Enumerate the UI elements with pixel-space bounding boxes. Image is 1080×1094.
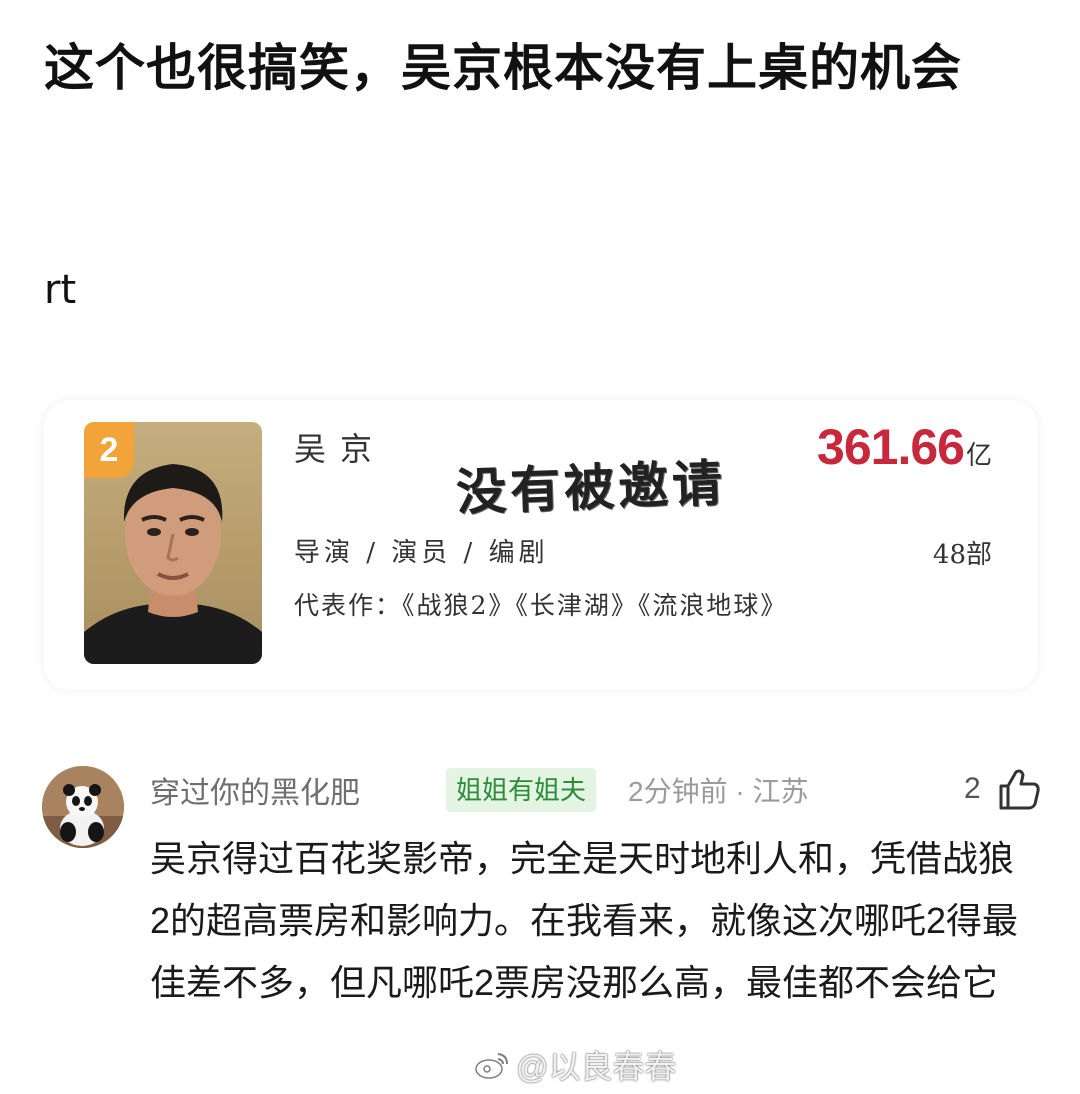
panda-avatar-icon: [42, 766, 124, 848]
post-title: 这个也很搞笑，吴京根本没有上桌的机会: [44, 39, 962, 97]
rank-badge: 2: [84, 422, 134, 478]
post-body: rt: [44, 267, 77, 313]
overlay-caption: 没有被邀请: [455, 453, 728, 522]
comment-text: 吴京得过百花奖影帝，完全是天时地利人和，凭借战狼2的超高票房和影响力。在我看来，…: [150, 838, 1019, 1003]
box-office-value: 361.66: [817, 419, 965, 475]
user-avatar[interactable]: [42, 766, 124, 848]
actor-photo: 2: [84, 422, 262, 664]
roles-text: 导演 / 演员 / 编剧: [294, 538, 549, 568]
film-count: 48部: [932, 540, 992, 570]
like-count: 2: [964, 772, 981, 805]
box-office-unit: 亿: [965, 441, 992, 471]
weibo-logo-icon: [475, 1053, 508, 1079]
box-office-total: 361.66亿: [817, 418, 992, 476]
comment-username[interactable]: 穿过你的黑化肥: [150, 768, 360, 812]
thumbs-up-icon[interactable]: [996, 766, 1042, 812]
comment-meta: 2分钟前 · 江苏: [628, 776, 809, 807]
weibo-watermark: @以良春春: [474, 1042, 677, 1088]
watermark-text: @以良春春: [516, 1049, 677, 1085]
representative-works: 代表作：《战狼2》《长津湖》《流浪地球》: [294, 591, 788, 620]
ranking-card-image[interactable]: 2 吴京 没有被邀请 361.66亿 导演 / 演员 / 编剧 48部 代表作：…: [44, 400, 1038, 690]
celebrity-name: 吴京: [294, 430, 387, 468]
user-tag-badge: 姐姐有姐夫: [446, 768, 597, 812]
